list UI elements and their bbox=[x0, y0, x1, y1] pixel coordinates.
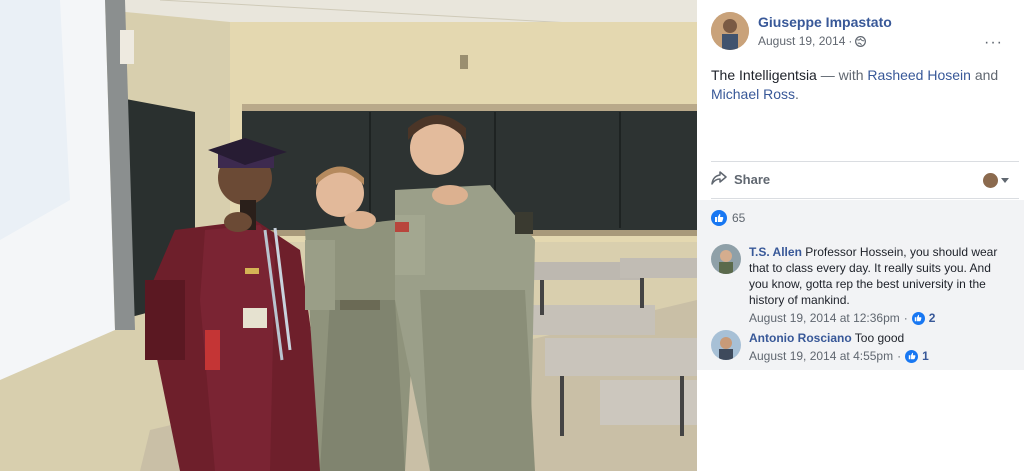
more-options-icon[interactable]: ··· bbox=[984, 35, 1003, 51]
meta-separator: · bbox=[848, 34, 853, 48]
post-meta: August 19, 2014 · bbox=[758, 34, 867, 48]
tagged-user-1[interactable]: Rasheed Hosein bbox=[867, 67, 971, 83]
likes-summary[interactable]: 65 bbox=[711, 210, 745, 226]
globe-icon[interactable] bbox=[855, 35, 867, 47]
likes-count: 65 bbox=[732, 211, 746, 225]
caret-down-icon bbox=[1001, 178, 1009, 183]
divider bbox=[711, 198, 1019, 199]
tagged-user-2[interactable]: Michael Ross bbox=[711, 86, 795, 102]
post-header: Giuseppe Impastato August 19, 2014 · ··· bbox=[711, 12, 1011, 52]
share-icon bbox=[711, 171, 727, 188]
post-date[interactable]: August 19, 2014 bbox=[758, 34, 845, 48]
caption-and: and bbox=[970, 67, 999, 83]
caption-with: — with bbox=[816, 67, 868, 83]
comments-area bbox=[697, 200, 1024, 370]
caption-text: The Intelligentsia bbox=[711, 67, 817, 83]
author-name[interactable]: Giuseppe Impastato bbox=[758, 14, 892, 30]
share-label: Share bbox=[734, 172, 771, 187]
photo-viewer: Giuseppe Impastato August 19, 2014 · ···… bbox=[0, 0, 1024, 471]
audience-avatar bbox=[983, 173, 998, 188]
author-avatar[interactable] bbox=[711, 12, 749, 50]
like-icon bbox=[711, 210, 727, 226]
post-photo[interactable] bbox=[0, 0, 697, 471]
caption-end: . bbox=[795, 86, 799, 102]
divider bbox=[711, 161, 1019, 162]
action-row: Share bbox=[711, 171, 1009, 191]
share-button[interactable]: Share bbox=[711, 171, 770, 188]
audience-selector[interactable] bbox=[983, 173, 1009, 188]
post-caption: The Intelligentsia — with Rasheed Hosein… bbox=[711, 66, 1001, 104]
